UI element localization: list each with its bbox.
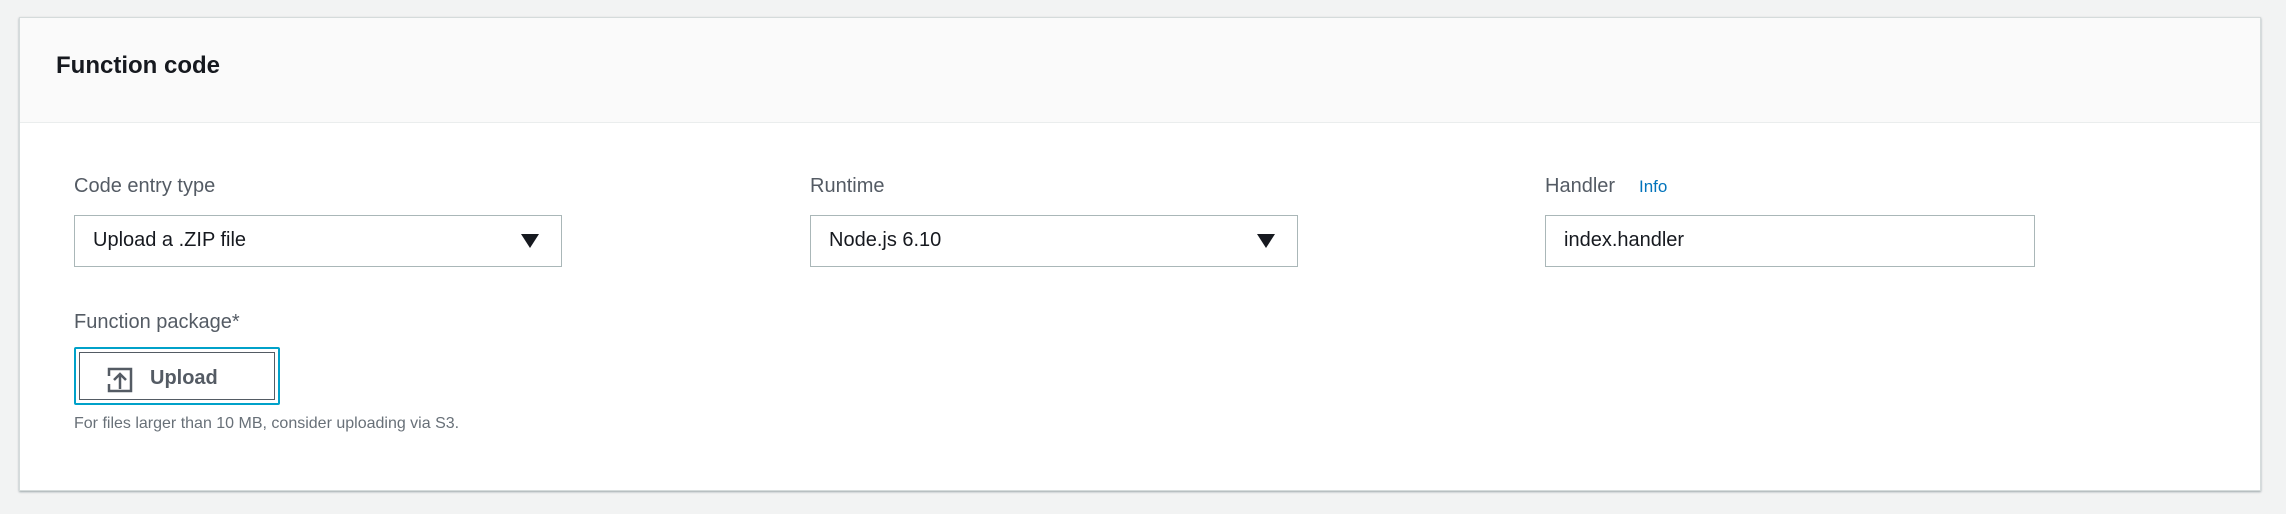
handler-label: Handler: [1545, 175, 1616, 197]
code-entry-type-label: Code entry type: [74, 175, 216, 197]
runtime-select[interactable]: Node.js 6.10: [810, 215, 1298, 267]
code-entry-type-value: Upload a .ZIP file: [93, 229, 247, 251]
upload-label: Upload: [150, 367, 218, 389]
handler-input-value: index.handler: [1564, 229, 1685, 251]
code-entry-type-select[interactable]: Upload a .ZIP file: [74, 215, 562, 267]
runtime-label: Runtime: [810, 175, 885, 197]
function-package-label: Function package*: [74, 311, 240, 333]
upload-hint-text: For files larger than 10 MB, consider up…: [74, 415, 460, 432]
upload-icon: [107, 367, 133, 393]
caret-down-icon: [1257, 234, 1275, 248]
caret-down-icon: [521, 234, 539, 248]
handler-input[interactable]: index.handler: [1545, 215, 2035, 267]
panel-title: Function code: [56, 52, 220, 79]
handler-info-link[interactable]: Info: [1639, 177, 1667, 197]
function-code-panel: Function code Code entry type Upload a .…: [19, 17, 2261, 491]
runtime-value: Node.js 6.10: [829, 229, 942, 251]
upload-button-inner: Upload: [79, 352, 275, 400]
panel-header: Function code: [20, 18, 2260, 123]
upload-button[interactable]: Upload: [74, 347, 280, 405]
